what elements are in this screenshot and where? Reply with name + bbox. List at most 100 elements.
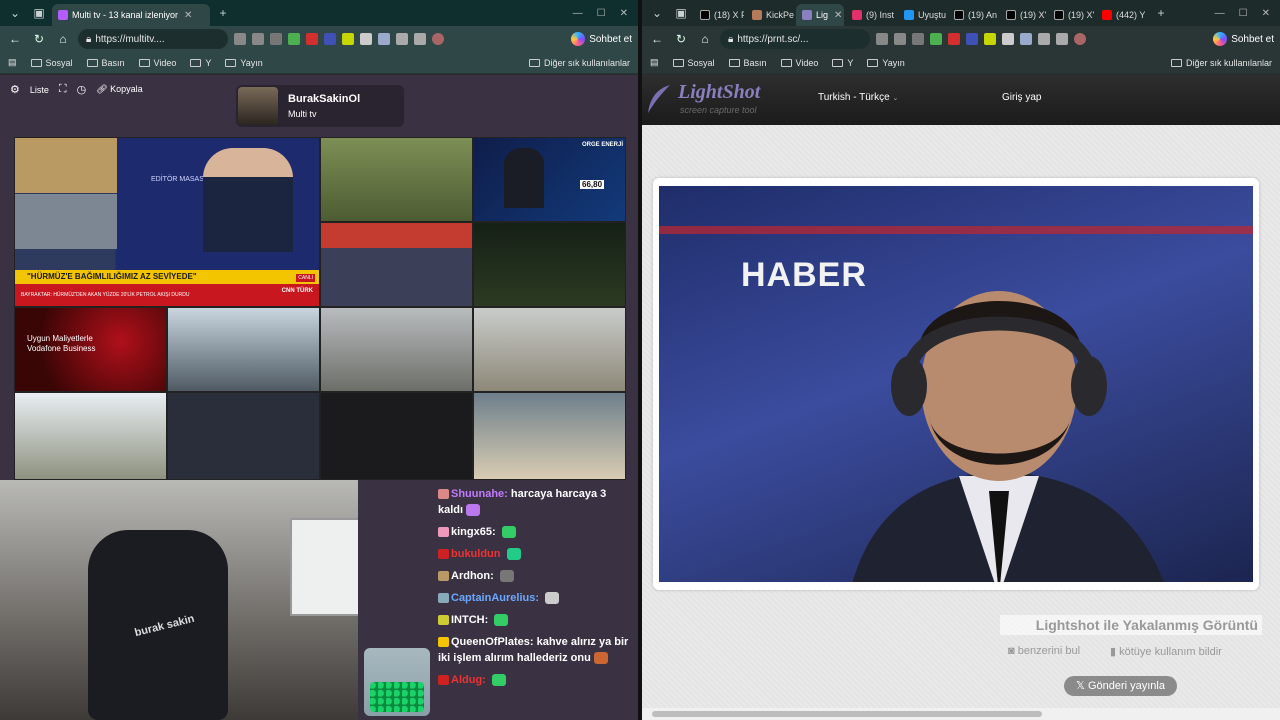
- channel-tile-skyline[interactable]: [320, 307, 473, 392]
- zoom-icon[interactable]: [876, 33, 888, 45]
- bookmark-yayin[interactable]: Yayın: [225, 58, 263, 68]
- workspaces-icon[interactable]: ▣: [670, 2, 692, 24]
- find-similar-link[interactable]: ◙ benzerini bul: [1008, 645, 1080, 657]
- favorites-icon[interactable]: [1038, 33, 1050, 45]
- sidebar-toggle-icon[interactable]: ▤: [8, 57, 17, 68]
- bookmark-y[interactable]: Y: [190, 58, 211, 68]
- channel-tile-cnn[interactable]: EDİTÖR MASASI "HÜRMÜZ'E BAĞIMLILIĞIMIZ A…: [14, 137, 320, 307]
- tab-x-2[interactable]: (19) An: [948, 4, 998, 26]
- bookmark-other[interactable]: Diğer sık kullanılanlar: [528, 58, 630, 68]
- streamer-profile-card[interactable]: BurakSakinOl Multi tv: [236, 85, 404, 127]
- reload-icon[interactable]: ↻: [30, 32, 48, 46]
- back-icon[interactable]: ←: [648, 32, 666, 46]
- tab-actions-icon[interactable]: ⌄: [646, 2, 668, 24]
- tab-instagram[interactable]: (9) Inst: [846, 4, 896, 26]
- channel-tile-vodafone-ad[interactable]: Uygun Maliyetlerle Vodafone Business: [14, 307, 167, 392]
- channel-tile-city[interactable]: [473, 307, 626, 392]
- gear-icon[interactable]: ⚙: [10, 83, 20, 96]
- extension-icon[interactable]: [306, 33, 318, 45]
- tab-x-3[interactable]: (19) X': [1000, 4, 1046, 26]
- channel-tile-sky[interactable]: [473, 392, 626, 480]
- close-tab-icon[interactable]: ✕: [834, 10, 842, 21]
- split-screen-icon[interactable]: [1020, 33, 1032, 45]
- horizontal-scrollbar[interactable]: [642, 708, 1280, 720]
- bookmark-y[interactable]: Y: [832, 58, 853, 68]
- chat-username[interactable]: Shuunahe:: [451, 488, 511, 500]
- tab-actions-icon[interactable]: ⌄: [4, 2, 26, 24]
- back-icon[interactable]: ←: [6, 32, 24, 46]
- list-button[interactable]: Liste: [30, 85, 49, 95]
- split-screen-icon[interactable]: [378, 33, 390, 45]
- favorites-icon[interactable]: [396, 33, 408, 45]
- bookmark-other[interactable]: Diğer sık kullanılanlar: [1170, 58, 1272, 68]
- close-tab-icon[interactable]: ✕: [184, 10, 192, 21]
- reload-icon[interactable]: ↻: [672, 32, 690, 46]
- channel-tile-cams[interactable]: [167, 307, 320, 392]
- favorite-star-icon[interactable]: [894, 33, 906, 45]
- chat-username[interactable]: Aldug:: [451, 674, 489, 686]
- tab-x-1[interactable]: (18) X F: [694, 4, 744, 26]
- extension-icon[interactable]: [270, 33, 282, 45]
- maximize-icon[interactable]: ☐: [1239, 8, 1248, 19]
- chat-username[interactable]: INTCH:: [451, 614, 491, 626]
- bookmark-video[interactable]: Video: [138, 58, 176, 68]
- lightshot-logo[interactable]: LightShot: [678, 81, 760, 104]
- extension-icon[interactable]: [966, 33, 978, 45]
- favorite-star-icon[interactable]: [252, 33, 264, 45]
- close-window-icon[interactable]: ✕: [1262, 8, 1270, 19]
- scrollbar-thumb[interactable]: [652, 711, 1042, 717]
- report-abuse-link[interactable]: ▮ kötüye kullanım bildir: [1110, 645, 1222, 658]
- channel-tile-music[interactable]: [473, 222, 626, 307]
- channel-tile-snow[interactable]: [14, 392, 167, 480]
- tab-kick[interactable]: KickPe: [746, 4, 794, 26]
- bookmark-yayin[interactable]: Yayın: [867, 58, 905, 68]
- chat-username[interactable]: bukuldun: [451, 548, 504, 560]
- channel-tile-security-cams[interactable]: [320, 392, 473, 480]
- bookmark-basin[interactable]: Basın: [728, 58, 767, 68]
- channel-tile-market[interactable]: ORGE ENERJİ 66,80: [473, 137, 626, 222]
- new-tab-icon[interactable]: +: [1150, 2, 1172, 24]
- bookmark-basin[interactable]: Basın: [86, 58, 125, 68]
- tab-uyustu[interactable]: Uyuştu: [898, 4, 946, 26]
- chat-username[interactable]: kingx65:: [451, 526, 499, 538]
- minimize-icon[interactable]: —: [573, 8, 583, 19]
- url-field[interactable]: 🔒︎ https://prnt.sc/...: [720, 29, 870, 49]
- close-window-icon[interactable]: ✕: [620, 8, 628, 19]
- extension-icon[interactable]: [288, 33, 300, 45]
- home-icon[interactable]: ⌂: [54, 32, 72, 46]
- avatar[interactable]: [1074, 33, 1086, 45]
- new-tab-icon[interactable]: +: [212, 2, 234, 24]
- bookmark-video[interactable]: Video: [780, 58, 818, 68]
- channel-tile-news2[interactable]: [320, 222, 473, 307]
- read-aloud-icon[interactable]: [234, 33, 246, 45]
- login-link[interactable]: Giriş yap: [1002, 92, 1041, 103]
- tab-multitv[interactable]: Multi tv - 13 kanal izleniyor ✕: [52, 4, 210, 26]
- bookmark-sosyal[interactable]: Sosyal: [30, 58, 73, 68]
- extension-icon[interactable]: [324, 33, 336, 45]
- extension-icon[interactable]: [1002, 33, 1014, 45]
- avatar[interactable]: [432, 33, 444, 45]
- chat-username[interactable]: QueenOfPlates:: [451, 636, 537, 648]
- extension-icon[interactable]: [342, 33, 354, 45]
- timer-icon[interactable]: ◷: [77, 83, 87, 96]
- extension-icon[interactable]: [930, 33, 942, 45]
- minimize-icon[interactable]: —: [1215, 8, 1225, 19]
- collections-icon[interactable]: [414, 33, 426, 45]
- share-on-x-button[interactable]: 𝕏 Gönderi yayınla: [1064, 676, 1177, 696]
- channel-tile-forecast[interactable]: [167, 392, 320, 480]
- tab-x-4[interactable]: (19) X': [1048, 4, 1094, 26]
- url-field[interactable]: 🔒︎ https://multitv....: [78, 29, 228, 49]
- extension-icon[interactable]: [948, 33, 960, 45]
- copy-button[interactable]: 🔗︎ Kopyala: [96, 84, 142, 95]
- home-icon[interactable]: ⌂: [696, 32, 714, 46]
- channel-tile-weather[interactable]: [320, 137, 473, 222]
- collections-icon[interactable]: [1056, 33, 1068, 45]
- language-select[interactable]: Turkish - Türkçe ⌄: [818, 92, 898, 103]
- maximize-icon[interactable]: ☐: [597, 8, 606, 19]
- extension-icon[interactable]: [360, 33, 372, 45]
- chat-username[interactable]: Ardhon:: [451, 570, 497, 582]
- streamer-webcam[interactable]: burak sakin: [0, 480, 358, 720]
- captured-screenshot[interactable]: HABER: [659, 186, 1253, 582]
- chat-username[interactable]: CaptainAurelius:: [451, 592, 542, 604]
- tab-youtube[interactable]: (442) Y: [1096, 4, 1148, 26]
